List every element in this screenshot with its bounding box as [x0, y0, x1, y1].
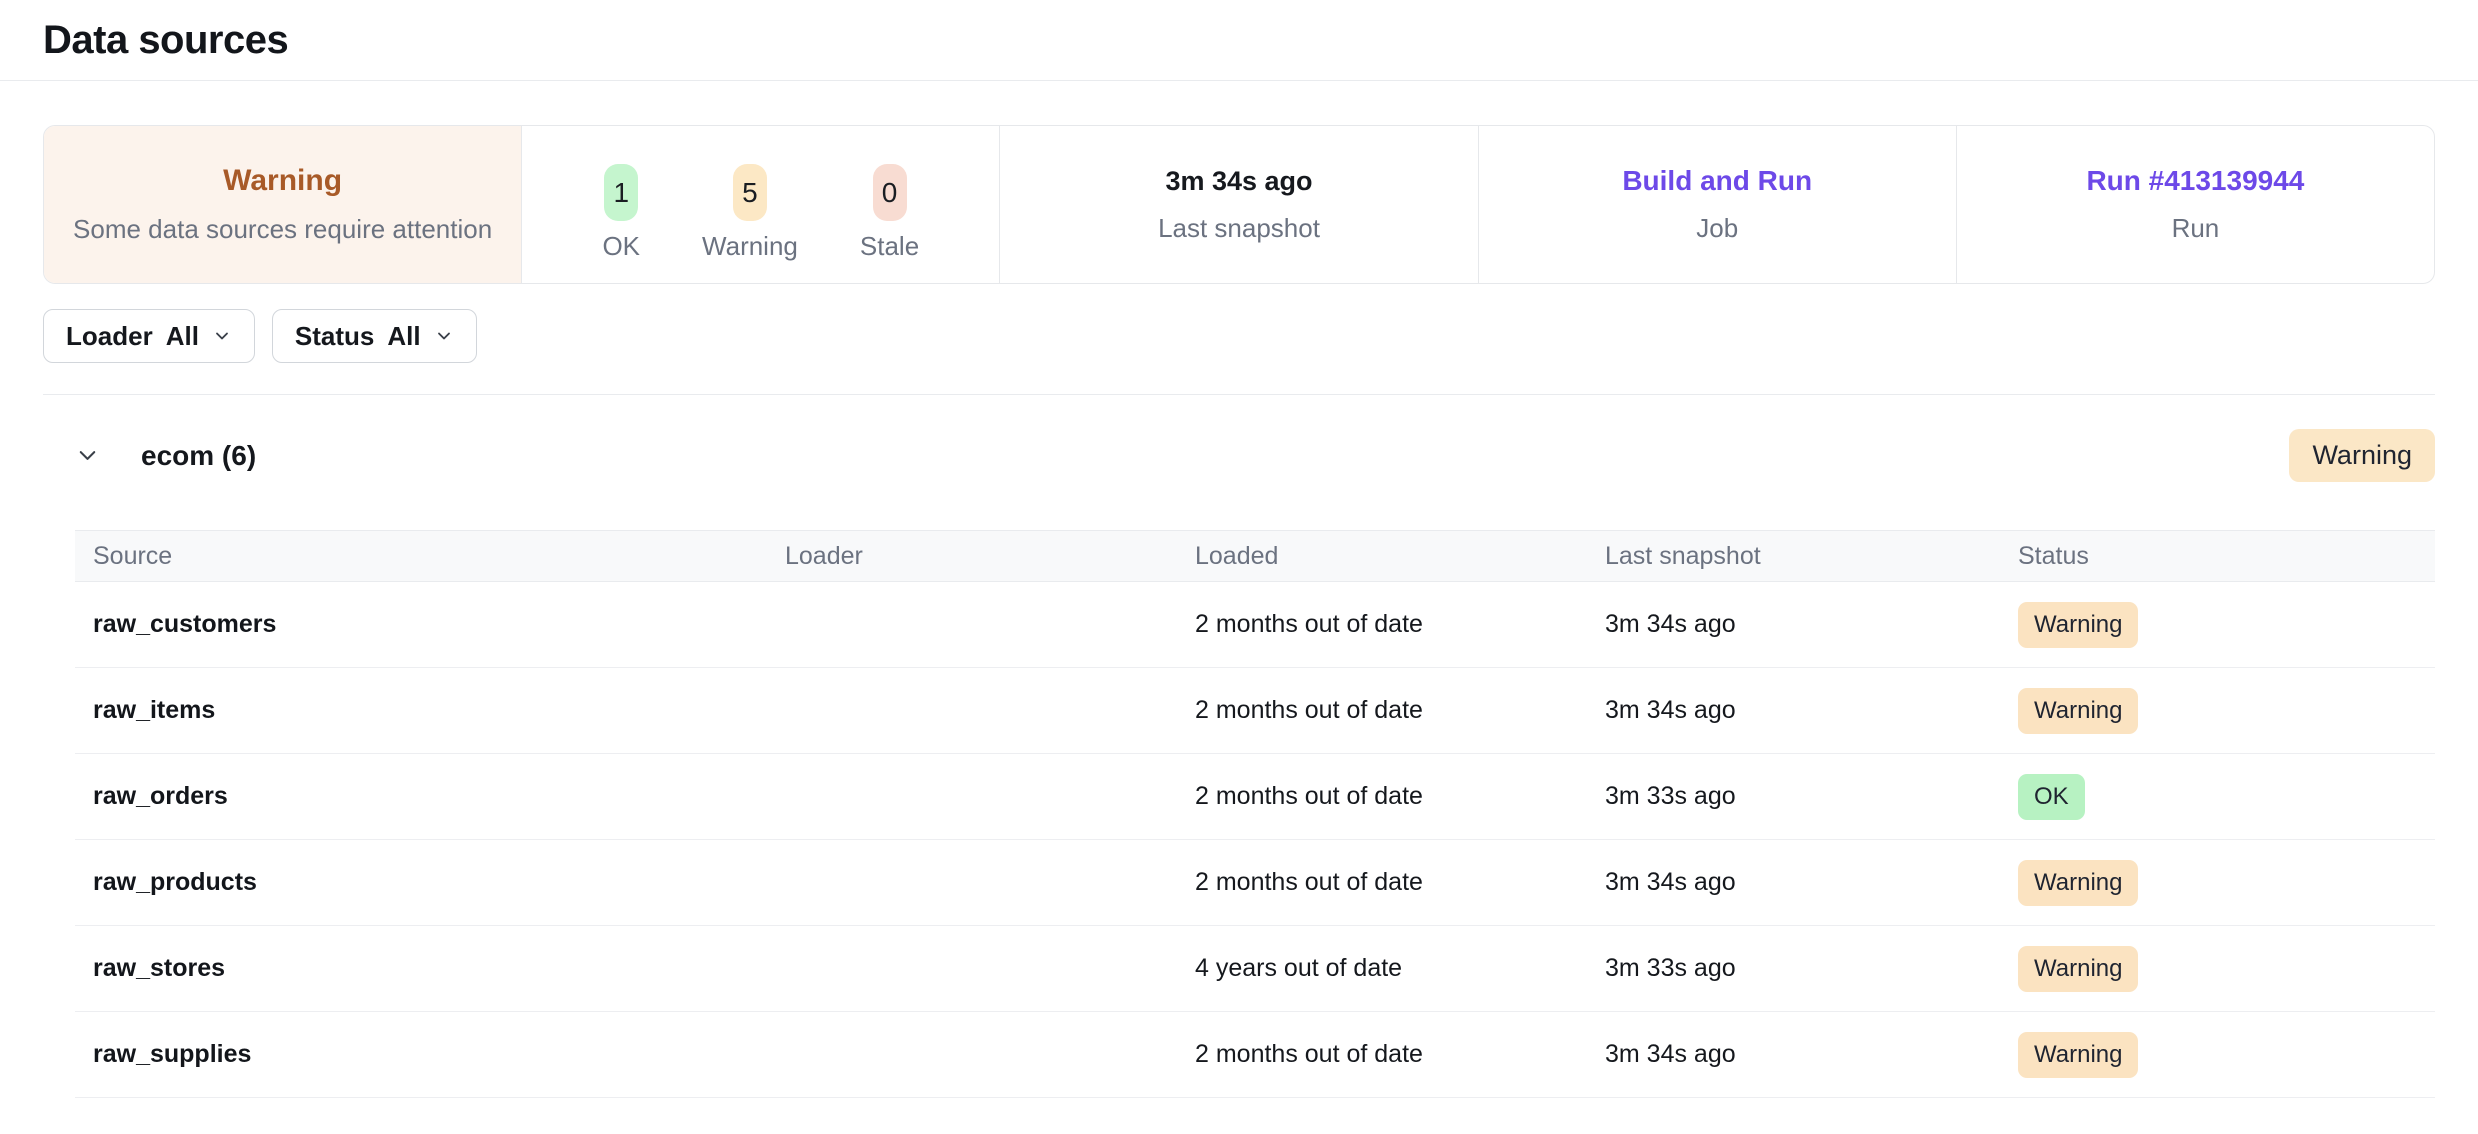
overall-status-card: Warning Some data sources require attent…	[44, 126, 521, 283]
filter-loader-dropdown[interactable]: Loader All	[43, 309, 255, 363]
chevron-down-icon	[212, 326, 232, 346]
table-header-row: SourceLoaderLoadedLast snapshotStatus	[75, 530, 2435, 582]
loaded-cell: 2 months out of date	[1177, 610, 1587, 639]
filter-loader-value: All	[166, 321, 199, 352]
source-name: raw_supplies	[75, 1040, 767, 1069]
table-row-raw_supplies[interactable]: raw_supplies 2 months out of date3m 34s a…	[75, 1012, 2435, 1098]
job-link[interactable]: Build and Run	[1622, 165, 1812, 197]
column-header-last-snapshot: Last snapshot	[1587, 542, 2000, 571]
source-name: raw_items	[75, 696, 767, 725]
status-badge: OK	[2018, 774, 2085, 820]
group-status-badge: Warning	[2289, 429, 2435, 482]
last-snapshot-cell: 3m 34s ago	[1587, 1040, 2000, 1069]
status-cell: Warning	[2000, 946, 2435, 992]
status-cell: OK	[2000, 774, 2435, 820]
last-snapshot-cell: 3m 34s ago	[1587, 868, 2000, 897]
status-cell: Warning	[2000, 602, 2435, 648]
last-snapshot-value: 3m 34s ago	[1165, 166, 1312, 197]
column-header-status: Status	[2000, 542, 2435, 571]
column-header-source: Source	[75, 542, 767, 571]
last-snapshot-cell: 3m 33s ago	[1587, 782, 2000, 811]
count-pill-ok: 1	[604, 164, 638, 221]
source-name: raw_orders	[75, 782, 767, 811]
table-row-raw_stores[interactable]: raw_stores 4 years out of date3m 33s ago W…	[75, 926, 2435, 1012]
filter-status-label: Status	[295, 321, 374, 352]
group-header-ecom[interactable]: ecom (6) Warning	[43, 429, 2435, 482]
last-snapshot-cell: 3m 34s ago	[1587, 610, 2000, 639]
page-header: Data sources	[0, 0, 2478, 81]
loaded-cell: 2 months out of date	[1177, 868, 1587, 897]
count-label-stale: Stale	[860, 231, 919, 262]
loaded-cell: 2 months out of date	[1177, 1040, 1587, 1069]
source-name: raw_products	[75, 868, 767, 897]
status-badge: Warning	[2018, 860, 2138, 906]
stat-cell-last-snapshot: 3m 34s ago Last snapshot	[999, 126, 1477, 283]
group-header-left: ecom (6)	[43, 440, 256, 472]
stat-cell-job: Build and Run Job	[1478, 126, 1956, 283]
table-row-raw_items[interactable]: raw_items 2 months out of date3m 34s ago W…	[75, 668, 2435, 754]
run-link[interactable]: Run #413139944	[2086, 165, 2304, 197]
last-snapshot-label: Last snapshot	[1158, 213, 1320, 244]
filter-status-dropdown[interactable]: Status All	[272, 309, 477, 363]
filters-bar: Loader All Status All	[43, 309, 2435, 363]
data-sources-table: SourceLoaderLoadedLast snapshotStatus ra…	[75, 530, 2435, 1098]
page-title: Data sources	[43, 18, 288, 63]
last-snapshot-cell: 3m 34s ago	[1587, 696, 2000, 725]
chevron-down-icon	[434, 326, 454, 346]
job-label: Job	[1696, 213, 1738, 244]
source-name: raw_stores	[75, 954, 767, 983]
overall-status-title: Warning	[223, 164, 342, 198]
count-label-ok: OK	[602, 231, 640, 262]
loaded-cell: 4 years out of date	[1177, 954, 1587, 983]
status-badge: Warning	[2018, 602, 2138, 648]
table-body: raw_customers2 months out of date3m 34s …	[75, 582, 2435, 1098]
status-badge: Warning	[2018, 688, 2138, 734]
status-badge: Warning	[2018, 946, 2138, 992]
stat-cell-run: Run #413139944 Run	[1956, 126, 2434, 283]
column-header-loader: Loader	[767, 542, 1177, 571]
count-group-warning: 5 Warning	[702, 164, 798, 262]
overall-status-subtitle: Some data sources require attention	[73, 214, 492, 245]
status-badge: Warning	[2018, 1032, 2138, 1078]
last-snapshot-cell: 3m 33s ago	[1587, 954, 2000, 983]
filter-loader-label: Loader	[66, 321, 153, 352]
chevron-down-icon[interactable]	[74, 442, 101, 469]
section-divider	[43, 394, 2435, 395]
table-row-raw_products[interactable]: raw_products 2 months out of date3m 34s a…	[75, 840, 2435, 926]
filter-status-value: All	[387, 321, 420, 352]
count-pill-stale: 0	[873, 164, 907, 221]
status-counts: 1 OK 5 Warning 0 Stale	[521, 126, 999, 283]
loaded-cell: 2 months out of date	[1177, 782, 1587, 811]
status-cell: Warning	[2000, 860, 2435, 906]
status-cell: Warning	[2000, 688, 2435, 734]
table-row-raw_orders[interactable]: raw_orders 2 months out of date3m 33s ago…	[75, 754, 2435, 840]
loaded-cell: 2 months out of date	[1177, 696, 1587, 725]
summary-cards: Warning Some data sources require attent…	[43, 125, 2435, 284]
count-pill-warning: 5	[733, 164, 767, 221]
count-label-warning: Warning	[702, 231, 798, 262]
main-content: Warning Some data sources require attent…	[0, 125, 2478, 1098]
table-row-raw_customers[interactable]: raw_customers 2 months out of date3m 34s …	[75, 582, 2435, 668]
column-header-loaded: Loaded	[1177, 542, 1587, 571]
run-label: Run	[2172, 213, 2220, 244]
status-cell: Warning	[2000, 1032, 2435, 1078]
source-name: raw_customers	[75, 610, 767, 639]
count-group-stale: 0 Stale	[860, 164, 919, 262]
count-group-ok: 1 OK	[602, 164, 640, 262]
group-name: ecom (6)	[141, 440, 256, 472]
